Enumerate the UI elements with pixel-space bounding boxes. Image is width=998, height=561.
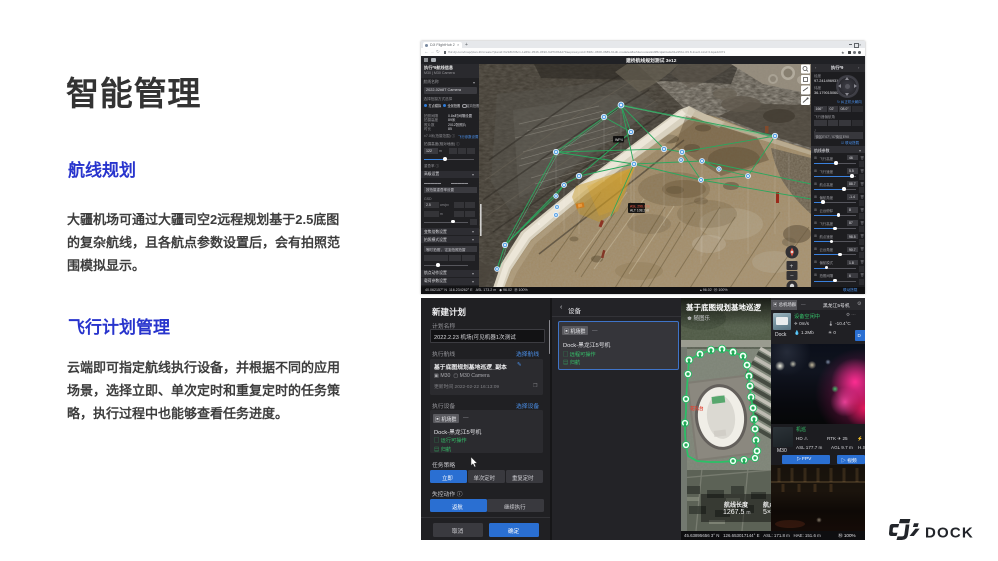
svg-text:ALT 108.2 m: ALT 108.2 m	[630, 208, 649, 212]
svg-text:+: +	[790, 263, 794, 270]
svg-text:−: −	[790, 272, 794, 279]
svg-text:WP4: WP4	[615, 137, 623, 141]
svg-text:DOCK: DOCK	[925, 525, 974, 542]
svg-text:花礼台: 花礼台	[690, 405, 704, 412]
